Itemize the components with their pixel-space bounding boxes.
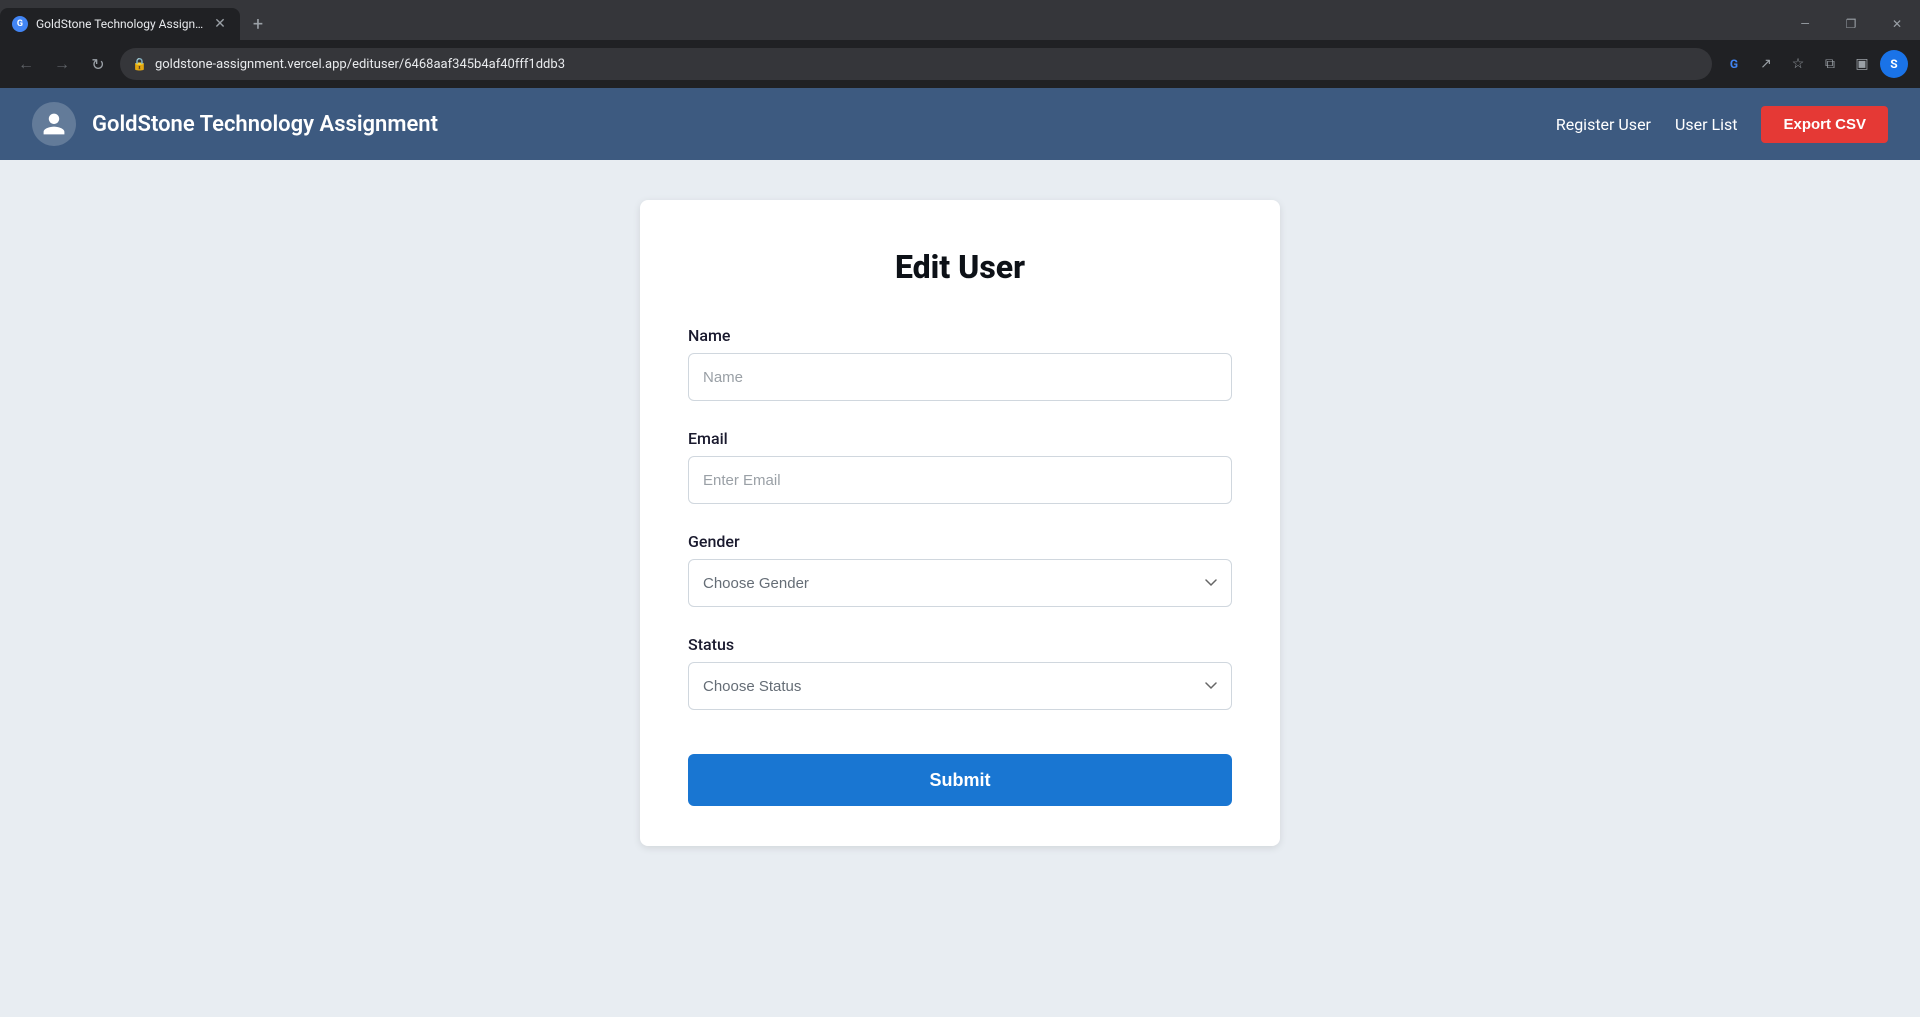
gender-label: Gender <box>688 532 1232 551</box>
bookmark-button[interactable]: ☆ <box>1784 50 1812 78</box>
browser-tab-bar: G GoldStone Technology Assignme... ✕ + —… <box>0 0 1920 40</box>
browser-toolbar: ← → ↻ 🔒 goldstone-assignment.vercel.app/… <box>0 40 1920 88</box>
app-avatar-icon <box>32 102 76 146</box>
name-form-group: Name <box>688 326 1232 401</box>
user-list-link[interactable]: User List <box>1675 115 1738 134</box>
lock-icon: 🔒 <box>132 57 147 71</box>
form-title: Edit User <box>688 248 1232 286</box>
google-icon-button[interactable]: G <box>1720 50 1748 78</box>
export-csv-button[interactable]: Export CSV <box>1761 106 1888 143</box>
window-controls: — ❐ ✕ <box>1782 8 1920 40</box>
edit-user-form-card: Edit User Name Email Gender Choose Gende… <box>640 200 1280 846</box>
gender-select[interactable]: Choose Gender Male Female Other <box>688 559 1232 607</box>
new-tab-button[interactable]: + <box>244 10 272 38</box>
status-select[interactable]: Choose Status Active Inactive <box>688 662 1232 710</box>
email-input[interactable] <box>688 456 1232 504</box>
profile-button[interactable]: S <box>1880 50 1908 78</box>
window-minimize-button[interactable]: — <box>1782 8 1828 40</box>
forward-button[interactable]: → <box>48 50 76 78</box>
register-user-link[interactable]: Register User <box>1556 115 1651 134</box>
status-label: Status <box>688 635 1232 654</box>
status-form-group: Status Choose Status Active Inactive <box>688 635 1232 710</box>
window-maximize-button[interactable]: ❐ <box>1828 8 1874 40</box>
window-close-button[interactable]: ✕ <box>1874 8 1920 40</box>
address-bar[interactable]: 🔒 goldstone-assignment.vercel.app/editus… <box>120 48 1712 80</box>
refresh-button[interactable]: ↻ <box>84 50 112 78</box>
app-nav: Register User User List Export CSV <box>1556 106 1888 143</box>
tab-title: GoldStone Technology Assignme... <box>36 17 204 31</box>
page-content: Edit User Name Email Gender Choose Gende… <box>0 160 1920 1017</box>
share-button[interactable]: ↗ <box>1752 50 1780 78</box>
app-header: GoldStone Technology Assignment Register… <box>0 88 1920 160</box>
app-title: GoldStone Technology Assignment <box>92 112 438 137</box>
tab-favicon: G <box>12 16 28 32</box>
app-logo-area: GoldStone Technology Assignment <box>32 102 438 146</box>
extensions-button[interactable]: ⧉ <box>1816 50 1844 78</box>
browser-chrome: G GoldStone Technology Assignme... ✕ + —… <box>0 0 1920 88</box>
name-input[interactable] <box>688 353 1232 401</box>
browser-toolbar-actions: G ↗ ☆ ⧉ ▣ S <box>1720 50 1908 78</box>
browser-tab-active[interactable]: G GoldStone Technology Assignme... ✕ <box>0 8 240 40</box>
email-label: Email <box>688 429 1232 448</box>
edit-user-form: Name Email Gender Choose Gender Male Fem… <box>688 326 1232 806</box>
url-display: goldstone-assignment.vercel.app/edituser… <box>155 57 1700 72</box>
tab-close-button[interactable]: ✕ <box>212 16 228 32</box>
gender-form-group: Gender Choose Gender Male Female Other <box>688 532 1232 607</box>
email-form-group: Email <box>688 429 1232 504</box>
submit-button[interactable]: Submit <box>688 754 1232 806</box>
name-label: Name <box>688 326 1232 345</box>
back-button[interactable]: ← <box>12 50 40 78</box>
sidebar-button[interactable]: ▣ <box>1848 50 1876 78</box>
